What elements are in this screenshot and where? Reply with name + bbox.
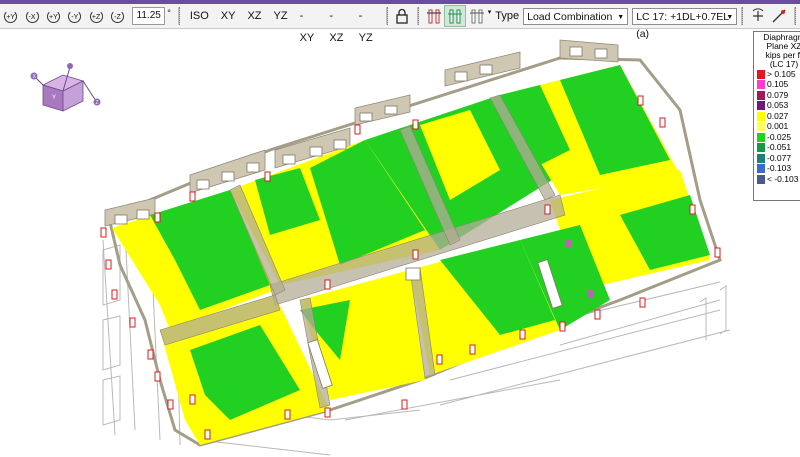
legend-swatch — [757, 80, 765, 90]
view-toolbar: +Y -X +Y -Y +Z -Z 11.25 ° ISO XY XZ YZ -… — [0, 4, 800, 44]
snap-button[interactable] — [747, 5, 768, 27]
snap-icon — [752, 8, 764, 21]
rotate-icon: -X — [25, 9, 39, 23]
legend-items: > 0.105 0.105 0.079 0.053 0.027 0.001 -0… — [754, 69, 800, 185]
chevron-down-icon: ▼ — [726, 13, 734, 21]
rotate-icon: -Y — [68, 9, 82, 23]
toolbar-separator — [794, 7, 796, 25]
plate-options-button[interactable]: ▾ — [466, 5, 491, 27]
toolbar-separator — [741, 7, 744, 25]
cube-y-label: Y — [52, 95, 56, 101]
legend-label: < -0.103 — [767, 173, 799, 184]
view-xz-button[interactable]: XZ — [241, 5, 267, 27]
degree-symbol: ° — [167, 8, 171, 18]
legend-swatch — [757, 164, 765, 174]
toolbar-separator — [177, 7, 180, 25]
rotate-plus-y-button[interactable]: +Y — [0, 5, 21, 27]
legend-item: -0.051 — [754, 143, 800, 154]
plate-red-icon — [426, 9, 441, 24]
view-iso-button[interactable]: ISO — [184, 5, 215, 27]
rotate-minus-y-button[interactable]: -Y — [64, 5, 85, 27]
legend-item: -0.077 — [754, 153, 800, 164]
view-neg-xy-button[interactable]: -XY — [294, 5, 324, 44]
cube-z-label: Z — [96, 100, 99, 106]
view-neg-xz-button[interactable]: -XZ — [323, 5, 352, 44]
rotate-icon: -Z — [110, 9, 124, 23]
toolbar-separator — [385, 7, 388, 25]
toolbar-separator — [417, 7, 420, 25]
legend-label: 0.027 — [767, 110, 789, 121]
rotate-icon: +Z — [89, 9, 103, 23]
legend-swatch — [757, 69, 765, 79]
legend-item: < -0.103 — [754, 174, 800, 185]
measure-button[interactable] — [769, 5, 790, 27]
legend-label: -0.051 — [767, 142, 792, 153]
rotate-plus-y2-button[interactable]: +Y — [43, 5, 64, 27]
rotate-minus-x-button[interactable]: -X — [21, 5, 42, 27]
plate-contour-button[interactable] — [444, 5, 466, 27]
legend-swatch — [757, 111, 765, 121]
model-viewport[interactable] — [0, 29, 800, 457]
lock-button[interactable] — [392, 5, 413, 27]
legend-label: > 0.105 — [767, 68, 796, 79]
legend-label: 0.001 — [767, 121, 789, 132]
legend-item: 0.027 — [754, 111, 800, 122]
legend-label: -0.077 — [767, 152, 792, 163]
legend-label: 0.079 — [767, 89, 789, 100]
lock-icon — [396, 8, 409, 24]
legend-item: 0.001 — [754, 122, 800, 133]
type-select[interactable]: Load Combination ▼ — [523, 7, 629, 25]
view-xy-button[interactable]: XY — [215, 5, 242, 27]
plate-gray-icon — [469, 9, 484, 24]
legend-label: -0.025 — [767, 131, 792, 142]
type-select-value: Load Combination — [527, 10, 613, 23]
legend-label: 0.053 — [767, 100, 789, 111]
rotation-angle-input[interactable]: 11.25 — [132, 7, 166, 25]
legend-item: -0.103 — [754, 164, 800, 175]
legend-swatch — [757, 122, 765, 132]
rotate-minus-z-button[interactable]: -Z — [107, 5, 128, 27]
legend-item: 0.105 — [754, 80, 800, 91]
legend-title: Diaphragm Plane XZ kips per ft (LC 17) — [754, 32, 800, 69]
legend-item: -0.025 — [754, 132, 800, 143]
legend-swatch — [757, 132, 765, 142]
view-cube[interactable]: X Y Z — [28, 63, 108, 113]
legend-item: 0.079 — [754, 90, 800, 101]
chevron-down-icon: ▾ — [487, 9, 492, 16]
legend-swatch — [757, 174, 765, 184]
measure-icon — [772, 9, 786, 23]
legend-swatch — [757, 101, 765, 111]
type-label: Type — [495, 10, 520, 22]
legend-swatch — [757, 143, 765, 153]
legend-label: 0.105 — [767, 79, 789, 90]
load-combination-select[interactable]: LC 17: +1DL+0.7EL (a) ▼ — [632, 7, 738, 40]
legend-swatch — [757, 90, 765, 100]
legend-label: -0.103 — [767, 163, 792, 174]
rotate-plus-z-button[interactable]: +Z — [85, 5, 106, 27]
plate-display-button[interactable] — [423, 5, 444, 27]
legend-swatch — [757, 153, 765, 163]
contour-legend: Diaphragm Plane XZ kips per ft (LC 17) >… — [753, 31, 800, 201]
view-neg-yz-button[interactable]: -YZ — [353, 5, 382, 44]
rotate-icon: +Y — [4, 9, 18, 23]
legend-item: > 0.105 — [754, 69, 800, 80]
chevron-down-icon: ▼ — [617, 13, 625, 21]
legend-item: 0.053 — [754, 101, 800, 112]
legend-title-line: (LC 17) — [769, 59, 799, 69]
rotate-icon: +Y — [46, 9, 60, 23]
view-yz-button[interactable]: YZ — [268, 5, 294, 27]
plate-green-icon — [448, 9, 463, 24]
